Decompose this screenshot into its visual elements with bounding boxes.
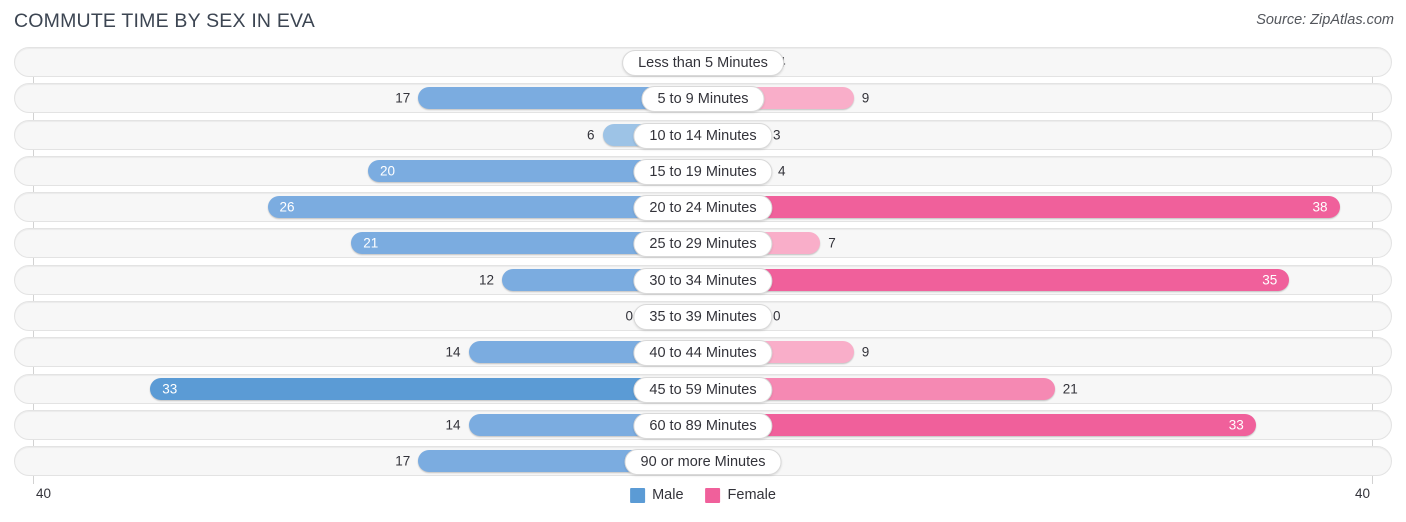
female-value: 35 (1262, 272, 1278, 288)
female-value: 33 (1228, 417, 1244, 433)
female-half: 9 (703, 83, 1373, 113)
category-label: 20 to 24 Minutes (633, 195, 773, 222)
table-row: 33 21 45 to 59 Minutes (0, 373, 1406, 404)
legend-label: Male (652, 487, 684, 503)
category-label: 60 to 89 Minutes (633, 412, 773, 439)
female-value: 38 (1312, 199, 1328, 215)
table-row: 17 9 5 to 9 Minutes (0, 83, 1406, 114)
female-half: 3 (703, 120, 1373, 150)
male-value: 14 (445, 417, 461, 433)
female-half: 7 (703, 228, 1373, 258)
table-row: 12 35 30 to 34 Minutes (0, 264, 1406, 295)
female-half: 35 (703, 265, 1373, 295)
category-label: 15 to 19 Minutes (633, 158, 773, 185)
female-value: 7 (828, 235, 836, 251)
chart-header: COMMUTE TIME BY SEX IN EVA Source: ZipAt… (0, 0, 1406, 44)
table-row: 0 0 35 to 39 Minutes (0, 301, 1406, 332)
female-value: 9 (861, 90, 870, 106)
male-value: 33 (162, 381, 178, 397)
legend-label: Female (727, 487, 776, 503)
female-value: 4 (778, 163, 786, 179)
legend-item-female[interactable]: Female (705, 487, 776, 503)
male-value: 14 (445, 344, 461, 360)
female-value: 3 (773, 127, 781, 143)
male-half: 14 (33, 410, 703, 440)
male-value: 26 (279, 199, 295, 215)
table-row: 14 33 60 to 89 Minutes (0, 409, 1406, 440)
male-value: 20 (380, 163, 396, 179)
female-bar[interactable]: 35 (703, 268, 1290, 291)
female-half: 9 (703, 337, 1373, 367)
male-half: 0 (33, 301, 703, 331)
category-label: 90 or more Minutes (624, 449, 782, 476)
table-row: 6 3 10 to 14 Minutes (0, 119, 1406, 150)
table-row: 26 38 20 to 24 Minutes (0, 192, 1406, 223)
female-value: 9 (861, 344, 870, 360)
category-label: 35 to 39 Minutes (633, 304, 773, 331)
male-half: 20 (33, 156, 703, 186)
table-row: 20 4 15 to 19 Minutes (0, 155, 1406, 186)
male-half: 17 (33, 83, 703, 113)
category-label: 40 to 44 Minutes (633, 340, 773, 367)
male-bar[interactable]: 33 (150, 377, 703, 400)
table-row: 34Less than 5 Minutes (0, 47, 1406, 77)
male-half: 17 (33, 446, 703, 476)
male-value: 17 (395, 90, 411, 106)
female-half: 4 (703, 47, 1373, 77)
male-value: 6 (586, 127, 595, 143)
plot-area: 34Less than 5 Minutes1795 to 9 Minutes63… (0, 47, 1406, 484)
male-value: 17 (395, 453, 411, 469)
category-label: 45 to 59 Minutes (633, 376, 773, 403)
female-value: 21 (1062, 381, 1078, 397)
female-half: 38 (703, 192, 1373, 222)
category-label: 30 to 34 Minutes (633, 267, 773, 294)
bar-rows: 34Less than 5 Minutes1795 to 9 Minutes63… (0, 47, 1406, 483)
female-half: 4 (703, 156, 1373, 186)
category-label: Less than 5 Minutes (622, 50, 784, 76)
legend-swatch-icon (705, 487, 721, 503)
male-half: 14 (33, 337, 703, 367)
male-value: 0 (625, 308, 633, 324)
male-half: 33 (33, 374, 703, 404)
table-row: 17 090 or more Minutes (0, 446, 1406, 477)
female-value: 0 (773, 308, 781, 324)
chart-footer: 40 40 Male Female (0, 484, 1406, 522)
female-bar[interactable]: 38 (703, 196, 1340, 219)
table-row: 21 7 25 to 29 Minutes (0, 228, 1406, 259)
legend: Male Female (630, 487, 776, 503)
chart-container: COMMUTE TIME BY SEX IN EVA Source: ZipAt… (0, 0, 1406, 522)
male-half: 12 (33, 265, 703, 295)
female-half: 0 (703, 301, 1373, 331)
male-half: 26 (33, 192, 703, 222)
legend-item-male[interactable]: Male (630, 487, 684, 503)
page-title: COMMUTE TIME BY SEX IN EVA (14, 10, 316, 32)
source-label: Source: ZipAtlas.com (1256, 12, 1394, 28)
male-value: 21 (363, 235, 379, 251)
category-label: 25 to 29 Minutes (633, 231, 773, 258)
female-half: 33 (703, 410, 1373, 440)
table-row: 14 9 40 to 44 Minutes (0, 337, 1406, 368)
male-value: 12 (478, 272, 494, 288)
male-half: 3 (33, 47, 703, 77)
male-half: 21 (33, 228, 703, 258)
male-half: 6 (33, 120, 703, 150)
female-half: 0 (703, 446, 1373, 476)
female-half: 21 (703, 374, 1373, 404)
category-label: 10 to 14 Minutes (633, 122, 773, 149)
axis-end-left: 40 (36, 486, 52, 501)
category-label: 5 to 9 Minutes (641, 86, 765, 113)
axis-end-right: 40 (1354, 486, 1370, 501)
female-bar[interactable]: 33 (703, 413, 1256, 436)
legend-swatch-icon (630, 487, 646, 503)
